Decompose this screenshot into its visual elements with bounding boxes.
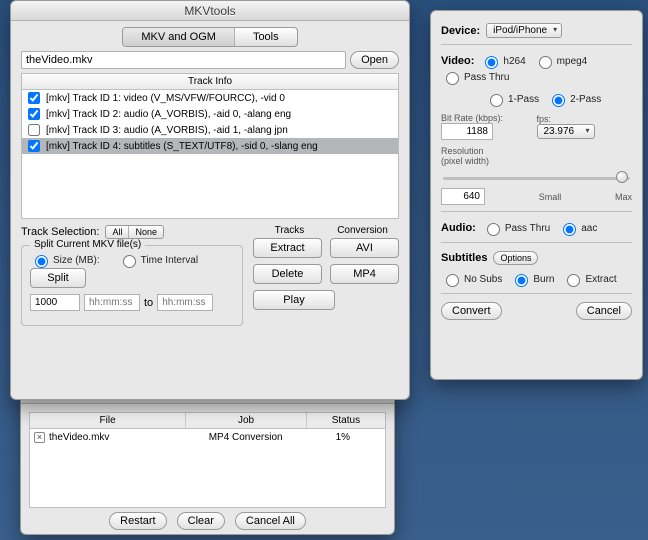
convert-button[interactable]: Convert (441, 302, 502, 320)
video-1pass-radio[interactable]: 1-Pass (485, 91, 539, 107)
subs-nosubs-radio[interactable]: No Subs (441, 271, 502, 287)
settings-panel: Device: iPod/iPhone Video: h264 mpeg4 Pa… (430, 10, 643, 380)
audio-passthru-radio[interactable]: Pass Thru (482, 220, 550, 236)
subs-burn-radio[interactable]: Burn (510, 271, 554, 287)
split-size-radio[interactable]: Size (MB): (30, 252, 100, 268)
track-checkbox[interactable] (28, 124, 40, 136)
bitrate-label: Bit Rate (kbps): (441, 113, 537, 123)
resolution-sublabel: (pixel width) (441, 156, 632, 166)
tab-mkv-ogm[interactable]: MKV and OGM (123, 28, 235, 46)
resolution-label: Resolution (441, 146, 632, 156)
subtitles-options-button[interactable]: Options (493, 251, 538, 265)
resolution-input[interactable] (441, 188, 485, 205)
device-label: Device: (441, 25, 480, 37)
device-select[interactable]: iPod/iPhone (486, 23, 562, 38)
select-none-button[interactable]: None (129, 226, 163, 238)
split-to-label: to (144, 297, 153, 309)
tracks-header: Tracks (253, 225, 326, 236)
cancel-all-button[interactable]: Cancel All (235, 512, 306, 530)
track-row[interactable]: [mkv] Track ID 4: subtitles (S_TEXT/UTF8… (22, 138, 398, 154)
trackinfo-table: Track Info [mkv] Track ID 1: video (V_MS… (21, 73, 399, 219)
tab-bar: MKV and OGM Tools (122, 27, 297, 47)
split-from-input[interactable] (84, 294, 140, 311)
split-legend: Split Current MKV file(s) (30, 239, 145, 250)
track-selection-label: Track Selection: (21, 226, 99, 238)
resolution-slider[interactable] (443, 170, 630, 186)
jobs-header-job: Job (186, 413, 307, 428)
job-name: MP4 Conversion (187, 432, 305, 443)
jobs-table: File Job Status × theVideo.mkv MP4 Conve… (29, 412, 386, 508)
main-window: MKVtools MKV and OGM Tools Open Track In… (10, 0, 410, 400)
split-time-radio[interactable]: Time Interval (118, 252, 198, 268)
app-title: MKVtools (184, 4, 235, 18)
job-row[interactable]: × theVideo.mkv MP4 Conversion 1% (30, 429, 385, 446)
mp4-button[interactable]: MP4 (330, 264, 399, 284)
play-button[interactable]: Play (253, 290, 335, 310)
track-checkbox[interactable] (28, 108, 40, 120)
track-row[interactable]: [mkv] Track ID 1: video (V_MS/VFW/FOURCC… (22, 90, 398, 106)
jobs-header-file: File (30, 413, 186, 428)
cancel-button[interactable]: Cancel (576, 302, 632, 320)
fps-select[interactable]: 23.976 (537, 124, 595, 139)
main-titlebar[interactable]: MKVtools (11, 1, 409, 21)
slider-small-label: Small (485, 192, 615, 202)
open-button[interactable]: Open (350, 51, 399, 69)
split-to-input[interactable] (157, 294, 213, 311)
fps-label: fps: (537, 114, 633, 124)
restart-button[interactable]: Restart (109, 512, 166, 530)
clear-button[interactable]: Clear (177, 512, 225, 530)
video-h264-radio[interactable]: h264 (480, 53, 525, 69)
audio-aac-radio[interactable]: aac (558, 220, 597, 236)
track-row[interactable]: [mkv] Track ID 2: audio (A_VORBIS), -aid… (22, 106, 398, 122)
conversion-header: Conversion (326, 225, 399, 236)
extract-button[interactable]: Extract (253, 238, 322, 258)
tab-tools[interactable]: Tools (235, 28, 297, 46)
track-row[interactable]: [mkv] Track ID 3: audio (A_VORBIS), -aid… (22, 122, 398, 138)
audio-label: Audio: (441, 222, 476, 234)
video-passthru-radio[interactable]: Pass Thru (441, 69, 509, 85)
jobs-window: File Job Status × theVideo.mkv MP4 Conve… (20, 385, 395, 535)
slider-max-label: Max (615, 192, 632, 202)
select-all-button[interactable]: All (106, 226, 129, 238)
trackinfo-header: Track Info (22, 74, 398, 90)
track-checkbox[interactable] (28, 92, 40, 104)
split-button[interactable]: Split (30, 268, 86, 288)
jobs-header-status: Status (307, 413, 385, 428)
track-checkbox[interactable] (28, 140, 40, 152)
video-2pass-radio[interactable]: 2-Pass (547, 91, 601, 107)
avi-button[interactable]: AVI (330, 238, 399, 258)
subs-extract-radio[interactable]: Extract (562, 271, 616, 287)
subtitles-label: Subtitles (441, 252, 487, 264)
job-status: 1% (305, 432, 381, 443)
video-label: Video: (441, 55, 474, 67)
delete-button[interactable]: Delete (253, 264, 322, 284)
split-size-input[interactable] (30, 294, 80, 311)
video-mpeg4-radio[interactable]: mpeg4 (534, 53, 588, 69)
bitrate-input[interactable] (441, 123, 493, 140)
file-input[interactable] (21, 51, 346, 69)
job-file: theVideo.mkv (49, 432, 109, 443)
job-remove-icon[interactable]: × (34, 432, 45, 443)
split-group: Split Current MKV file(s) Size (MB): Tim… (21, 245, 243, 326)
